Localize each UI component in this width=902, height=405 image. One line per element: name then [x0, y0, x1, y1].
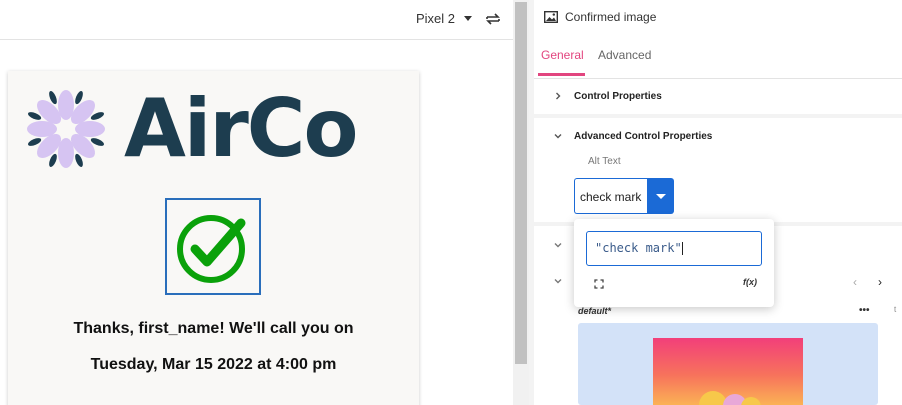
expression-value: "check mark" [595, 241, 682, 255]
tab-advanced[interactable]: Advanced [598, 48, 651, 62]
panel-tabs: General Advanced [534, 40, 902, 79]
chevron-right-icon[interactable]: › [878, 275, 882, 289]
more-options-icon[interactable]: ••• [859, 305, 870, 316]
alt-text-input[interactable]: check mark [574, 178, 648, 214]
rotate-icon[interactable] [484, 10, 502, 28]
flower-logo-icon [27, 90, 105, 168]
device-frame: AirCo Thanks, first_name! We'll call you… [8, 71, 419, 405]
image-thumbnail [653, 338, 803, 405]
style-preview-card[interactable] [578, 323, 878, 405]
section-label: Control Properties [574, 91, 662, 102]
properties-panel: Confirmed image General Advanced Control… [534, 0, 902, 405]
section-advanced-control-properties[interactable]: Advanced Control Properties [534, 119, 902, 155]
check-mark-icon [177, 214, 246, 283]
app-root: Pixel 2 AirCo Thanks, first_name! We'll … [0, 0, 902, 405]
tab-general[interactable]: General [541, 48, 584, 62]
airco-logo: AirCo [22, 82, 358, 175]
truncated-label: t [894, 305, 897, 314]
expression-popover: "check mark" f(x) [574, 219, 774, 307]
section-separator [534, 114, 902, 118]
image-icon [544, 11, 558, 23]
section-label: Advanced Control Properties [574, 131, 713, 142]
expression-input[interactable]: "check mark" [586, 231, 762, 266]
text-cursor [681, 242, 683, 255]
section-control-properties[interactable]: Control Properties [534, 80, 902, 116]
function-icon[interactable]: f(x) [743, 277, 757, 287]
scrollbar-thumb[interactable] [515, 2, 527, 364]
active-tab-indicator [538, 73, 585, 76]
device-select[interactable]: Pixel 2 [416, 11, 473, 26]
preview-canvas: Pixel 2 AirCo Thanks, first_name! We'll … [0, 0, 513, 405]
chevron-down-icon [554, 134, 562, 139]
thanks-message-line2: Tuesday, Mar 15 2022 at 4:00 pm [90, 356, 337, 373]
alt-text-dropdown-button[interactable] [647, 178, 674, 214]
logo-wordmark: AirCo [124, 82, 358, 175]
style-variant-label: default* [578, 306, 612, 316]
chevron-right-icon [556, 92, 561, 100]
thanks-message-line1: Thanks, first_name! We'll call you on [73, 320, 354, 337]
device-select-value: Pixel 2 [416, 11, 456, 26]
chevron-left-icon[interactable]: ‹ [853, 275, 857, 289]
preview-toolbar: Pixel 2 [0, 0, 513, 40]
panel-title: Confirmed image [565, 10, 657, 24]
caret-down-icon [655, 193, 666, 199]
expand-icon[interactable] [594, 279, 604, 289]
chevron-down-icon[interactable] [554, 241, 562, 249]
confirmed-image[interactable] [165, 198, 261, 295]
caret-down-icon [464, 16, 473, 21]
panel-header: Confirmed image [544, 10, 656, 24]
alt-text-label: Alt Text [588, 156, 621, 167]
canvas-scrollbar[interactable] [513, 0, 529, 405]
chevron-down-icon[interactable] [554, 277, 562, 285]
